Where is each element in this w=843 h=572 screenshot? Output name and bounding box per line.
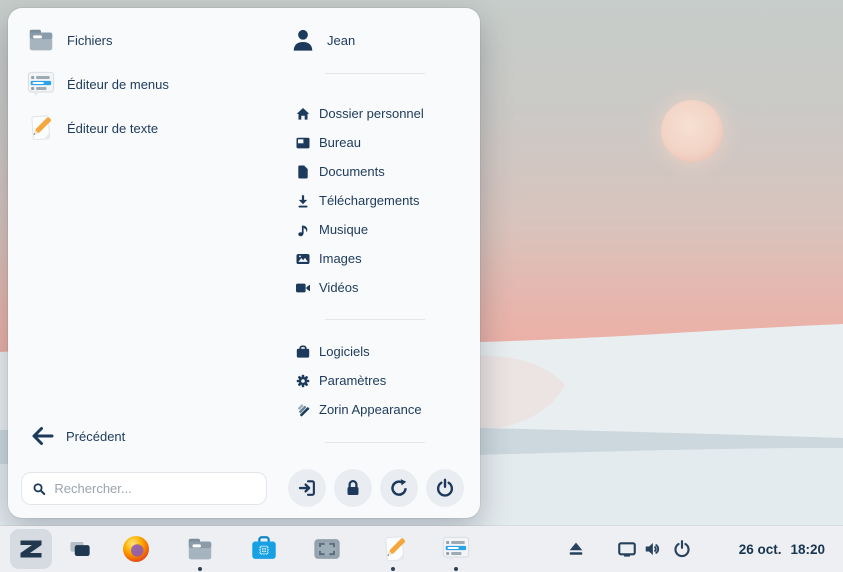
restart-icon [389,478,409,498]
place-desktop[interactable]: Bureau [287,128,477,157]
briefcase-icon [295,344,311,360]
desktop-icon [295,135,311,151]
zorin-appearance-icon [295,402,311,418]
menu-item-zorin-appearance[interactable]: Zorin Appearance [287,395,477,424]
document-icon [295,164,311,180]
place-downloads[interactable]: Téléchargements [287,186,477,215]
home-icon [295,106,311,122]
apps-column: Fichiers Éditeur de menus [26,18,169,150]
system-label: Logiciels [319,344,370,359]
lock-icon [343,478,363,498]
menu-item-settings[interactable]: Paramètres [287,366,477,395]
software-store-icon [249,534,279,564]
place-home[interactable]: Dossier personnel [287,99,477,128]
firefox-icon [121,534,151,564]
places-column: Jean Dossier personnel Bureau [287,20,477,443]
system-label: Zorin Appearance [319,402,422,417]
clock-time: 18:20 [790,542,825,557]
back-label: Précédent [66,429,125,444]
volume-button[interactable] [643,539,663,559]
text-editor-launcher[interactable] [380,534,410,564]
zorin-menu-button[interactable] [17,535,45,563]
place-music[interactable]: Musique [287,215,477,244]
firefox-launcher[interactable] [121,534,151,564]
place-documents[interactable]: Documents [287,157,477,186]
back-button[interactable]: Précédent [28,421,125,451]
place-label: Bureau [319,135,361,150]
screenshot-tool-launcher[interactable] [312,534,342,564]
place-label: Vidéos [319,280,359,295]
image-icon [295,251,311,267]
menu-editor-launcher[interactable] [441,534,471,564]
zorin-logo-icon [17,535,45,563]
menu-item-label: Éditeur de texte [67,121,158,136]
menu-item-label: Éditeur de menus [67,77,169,92]
place-label: Téléchargements [319,193,419,208]
download-icon [295,193,311,209]
power-icon [435,478,455,498]
window-switcher-button[interactable] [66,536,94,562]
place-videos[interactable]: Vidéos [287,273,477,302]
volume-icon [643,539,663,559]
power-button[interactable] [426,469,464,507]
power-status-button[interactable] [673,540,692,559]
eject-button[interactable] [567,540,586,559]
logout-button[interactable] [288,469,326,507]
session-buttons [288,469,464,507]
user-avatar-icon [290,27,316,53]
menu-item-text-editor[interactable]: Éditeur de texte [26,106,169,150]
search-icon [32,481,46,497]
place-label: Images [319,251,362,266]
eject-icon [567,540,586,559]
display-button[interactable] [617,539,637,559]
menu-item-label: Fichiers [67,33,113,48]
text-editor-icon [380,534,410,564]
menu-item-software[interactable]: Logiciels [287,337,477,366]
divider [325,442,425,443]
music-note-icon [295,222,311,238]
logout-icon [297,478,317,498]
running-indicator [198,567,202,571]
display-icon [617,539,637,559]
menu-item-files[interactable]: Fichiers [26,18,169,62]
video-camera-icon [295,280,311,296]
user-name: Jean [327,33,355,48]
file-manager-launcher[interactable] [185,534,215,564]
search-box [21,472,267,505]
file-manager-icon [26,25,56,55]
lock-button[interactable] [334,469,372,507]
divider [325,73,425,74]
place-label: Musique [319,222,368,237]
software-store-launcher[interactable] [249,534,279,564]
power-icon [673,540,692,559]
restart-button[interactable] [380,469,418,507]
places-list: Dossier personnel Bureau Documents [287,99,477,302]
running-indicator [391,567,395,571]
menu-editor-icon [441,534,471,564]
system-label: Paramètres [319,373,386,388]
system-list: Logiciels Paramètres [287,337,477,424]
taskbar: 26 oct. 18:20 [0,526,843,572]
place-label: Dossier personnel [319,106,424,121]
divider [325,319,425,320]
running-indicator [454,567,458,571]
clock[interactable]: 26 oct. 18:20 [739,526,825,572]
back-arrow-icon [28,422,56,450]
place-label: Documents [319,164,385,179]
search-input[interactable] [54,481,256,496]
zorin-app-menu: Fichiers Éditeur de menus [8,8,480,518]
menu-editor-icon [26,69,56,99]
file-manager-icon [185,534,215,564]
window-switcher-icon [66,536,94,562]
clock-date: 26 oct. [739,542,782,557]
user-row[interactable]: Jean [287,20,477,60]
screenshot-tool-icon [312,534,342,564]
place-pictures[interactable]: Images [287,244,477,273]
gear-icon [295,373,311,389]
menu-item-menu-editor[interactable]: Éditeur de menus [26,62,169,106]
text-editor-icon [26,113,56,143]
